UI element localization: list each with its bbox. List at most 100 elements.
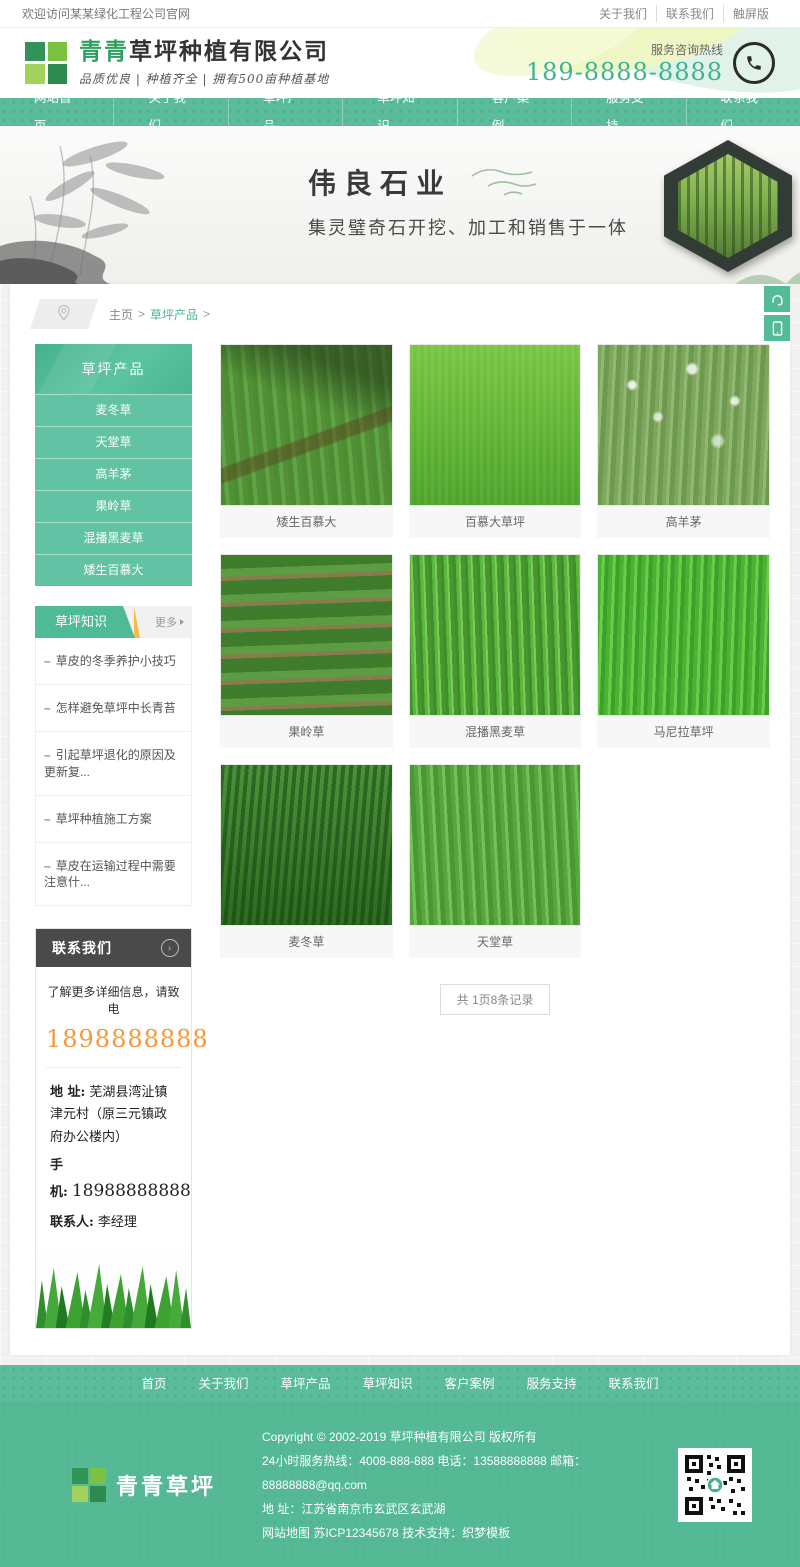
hotline-label: 服务咨询热线 bbox=[526, 41, 723, 58]
pagination: 共 1页8条记录 bbox=[220, 984, 770, 1015]
footer-icp-line: 网站地图 苏ICP12345678 技术支持：织梦模板 bbox=[262, 1521, 678, 1545]
product-title[interactable]: 麦冬草 bbox=[220, 926, 393, 958]
product-card[interactable]: 果岭草 bbox=[220, 554, 393, 748]
banner-subtitle: 集灵璧奇石开挖、加工和销售于一体 bbox=[308, 214, 628, 240]
product-image bbox=[597, 344, 770, 506]
top-bar: 欢迎访问某某绿化工程公司官网 关于我们 联系我们 触屏版 bbox=[0, 0, 800, 28]
site-footer: 青青草坪 Copyright © 2002-2019 草坪种植有限公司 版权所有… bbox=[0, 1401, 800, 1567]
footer-logo[interactable]: 青青草坪 bbox=[72, 1468, 262, 1502]
pagination-info[interactable]: 共 1页8条记录 bbox=[440, 984, 551, 1015]
product-image bbox=[409, 764, 582, 926]
contact-title: 联系我们 bbox=[52, 938, 112, 958]
knowledge-item[interactable]: –引起草坪退化的原因及更新复... bbox=[36, 732, 191, 795]
location-pin-icon bbox=[30, 299, 98, 329]
product-image bbox=[220, 764, 393, 926]
product-image bbox=[220, 554, 393, 716]
footer-info: Copyright © 2002-2019 草坪种植有限公司 版权所有 24小时… bbox=[262, 1425, 678, 1545]
product-title[interactable]: 天堂草 bbox=[409, 926, 582, 958]
logo-squares-icon bbox=[72, 1468, 106, 1502]
knowledge-panel: 草坪知识 更多 –草皮的冬季养护小技巧 –怎样避免草坪中长青苔 –引起草坪退化的… bbox=[35, 606, 192, 906]
footer-nav-knowledge[interactable]: 草坪知识 bbox=[362, 1373, 412, 1392]
knowledge-item[interactable]: –草皮在运输过程中需要注意什... bbox=[36, 843, 191, 905]
contact-mobile: 手 机:18988888888 bbox=[50, 1155, 177, 1206]
mountain-decor-icon bbox=[728, 254, 800, 284]
sidebar-item-maidongcao[interactable]: 麦冬草 bbox=[35, 394, 192, 426]
company-name: 青青草坪种植有限公司 bbox=[79, 39, 329, 64]
dash-bullet-icon: – bbox=[44, 654, 51, 668]
product-grid: 矮生百慕大 百慕大草坪 高羊茅 果岭草 混播黑麦草 bbox=[192, 344, 770, 1329]
footer-nav-about[interactable]: 关于我们 bbox=[198, 1373, 248, 1392]
product-card[interactable]: 混播黑麦草 bbox=[409, 554, 582, 748]
floating-side-buttons bbox=[764, 286, 790, 341]
product-card[interactable]: 麦冬草 bbox=[220, 764, 393, 958]
cloud-decor-icon bbox=[466, 166, 542, 200]
contact-phone-number: 1898888888 bbox=[46, 1025, 181, 1053]
main-nav: 网站首页 关于我们 草坪产品 草坪知识 客户案例 服务支持 联系我们 bbox=[0, 98, 800, 126]
product-card[interactable]: 百慕大草坪 bbox=[409, 344, 582, 538]
welcome-text: 欢迎访问某某绿化工程公司官网 bbox=[22, 5, 190, 22]
mobile-site-button[interactable] bbox=[764, 315, 790, 341]
footer-nav-home[interactable]: 首页 bbox=[141, 1373, 166, 1392]
footer-nav-cases[interactable]: 客户案例 bbox=[445, 1373, 495, 1392]
bamboo-hexagon-photo bbox=[664, 140, 792, 272]
contact-panel: 联系我们 › 了解更多详细信息，请致电 1898888888 地 址:芜湖县湾沚… bbox=[35, 928, 192, 1328]
dash-bullet-icon: – bbox=[44, 748, 51, 762]
product-menu: 草坪产品 麦冬草 天堂草 高羊茅 果岭草 混播黑麦草 矮生百慕大 bbox=[35, 344, 192, 586]
contact-note: 了解更多详细信息，请致电 bbox=[46, 983, 181, 1017]
contact-person: 联系人:李经理 bbox=[50, 1212, 177, 1234]
sidebar-item-tiantangcao[interactable]: 天堂草 bbox=[35, 426, 192, 458]
topbar-link-touch[interactable]: 触屏版 bbox=[723, 5, 778, 22]
product-image bbox=[409, 554, 582, 716]
company-tagline: 品质优良 | 种植齐全 | 拥有500亩种植基地 bbox=[79, 70, 329, 87]
logo-squares-icon bbox=[25, 42, 67, 84]
breadcrumb-home[interactable]: 主页 bbox=[109, 306, 133, 323]
product-title[interactable]: 混播黑麦草 bbox=[409, 716, 582, 748]
breadcrumb: 主页 > 草坪产品 > bbox=[10, 284, 790, 332]
product-image bbox=[409, 344, 582, 506]
footer-hotline-line: 24小时服务热线：4008-888-888 电话：13588888888 邮箱：… bbox=[262, 1449, 678, 1497]
customer-service-button[interactable] bbox=[764, 286, 790, 312]
product-title[interactable]: 果岭草 bbox=[220, 716, 393, 748]
service-hotline: 服务咨询热线 189-8888-8888 bbox=[526, 41, 775, 86]
grass-photo-decor bbox=[36, 1250, 191, 1328]
topbar-link-about[interactable]: 关于我们 bbox=[590, 5, 656, 22]
arrow-circle-icon[interactable]: › bbox=[161, 939, 179, 957]
footer-logo-text: 青青草坪 bbox=[116, 1469, 216, 1501]
product-title[interactable]: 马尼拉草坪 bbox=[597, 716, 770, 748]
product-image bbox=[597, 554, 770, 716]
sidebar-item-hunbo[interactable]: 混播黑麦草 bbox=[35, 522, 192, 554]
knowledge-item[interactable]: –怎样避免草坪中长青苔 bbox=[36, 685, 191, 732]
knowledge-item[interactable]: –草坪种植施工方案 bbox=[36, 796, 191, 843]
sidebar-item-gaoyangmao[interactable]: 高羊茅 bbox=[35, 458, 192, 490]
mobile-phone-icon bbox=[771, 321, 784, 336]
knowledge-item[interactable]: –草皮的冬季养护小技巧 bbox=[36, 638, 191, 685]
footer-nav: 首页 关于我们 草坪产品 草坪知识 客户案例 服务支持 联系我们 bbox=[0, 1365, 800, 1401]
banner-text: 伟良石业 集灵璧奇石开挖、加工和销售于一体 bbox=[308, 162, 628, 240]
knowledge-more-link[interactable]: 更多 bbox=[155, 614, 184, 630]
content-area: 主页 > 草坪产品 > 草坪产品 麦冬草 天堂草 高羊茅 果岭草 混播黑麦草 矮… bbox=[10, 284, 790, 1355]
topbar-link-contact[interactable]: 联系我们 bbox=[656, 5, 723, 22]
hero-banner[interactable]: 伟良石业 集灵璧奇石开挖、加工和销售于一体 bbox=[0, 126, 800, 284]
sidebar-item-aisheng[interactable]: 矮生百慕大 bbox=[35, 554, 192, 586]
product-card[interactable]: 马尼拉草坪 bbox=[597, 554, 770, 748]
banner-title: 伟良石业 bbox=[308, 162, 452, 202]
site-logo[interactable]: 青青草坪种植有限公司 品质优良 | 种植齐全 | 拥有500亩种植基地 bbox=[25, 39, 329, 86]
product-title[interactable]: 百慕大草坪 bbox=[409, 506, 582, 538]
sidebar-item-guolingcao[interactable]: 果岭草 bbox=[35, 490, 192, 522]
product-title[interactable]: 高羊茅 bbox=[597, 506, 770, 538]
dash-bullet-icon: – bbox=[44, 812, 51, 826]
topbar-links: 关于我们 联系我们 触屏版 bbox=[590, 5, 778, 22]
footer-nav-support[interactable]: 服务支持 bbox=[527, 1373, 577, 1392]
hotline-number: 189-8888-8888 bbox=[526, 58, 723, 86]
footer-nav-contact[interactable]: 联系我们 bbox=[609, 1373, 659, 1392]
product-card[interactable]: 天堂草 bbox=[409, 764, 582, 958]
product-card[interactable]: 矮生百慕大 bbox=[220, 344, 393, 538]
footer-copyright: Copyright © 2002-2019 草坪种植有限公司 版权所有 bbox=[262, 1425, 678, 1449]
product-title[interactable]: 矮生百慕大 bbox=[220, 506, 393, 538]
breadcrumb-separator: > bbox=[138, 307, 145, 321]
dash-bullet-icon: – bbox=[44, 859, 51, 873]
breadcrumb-current[interactable]: 草坪产品 bbox=[150, 306, 198, 323]
footer-qr-code bbox=[678, 1448, 752, 1522]
product-card[interactable]: 高羊茅 bbox=[597, 344, 770, 538]
footer-nav-products[interactable]: 草坪产品 bbox=[280, 1373, 330, 1392]
